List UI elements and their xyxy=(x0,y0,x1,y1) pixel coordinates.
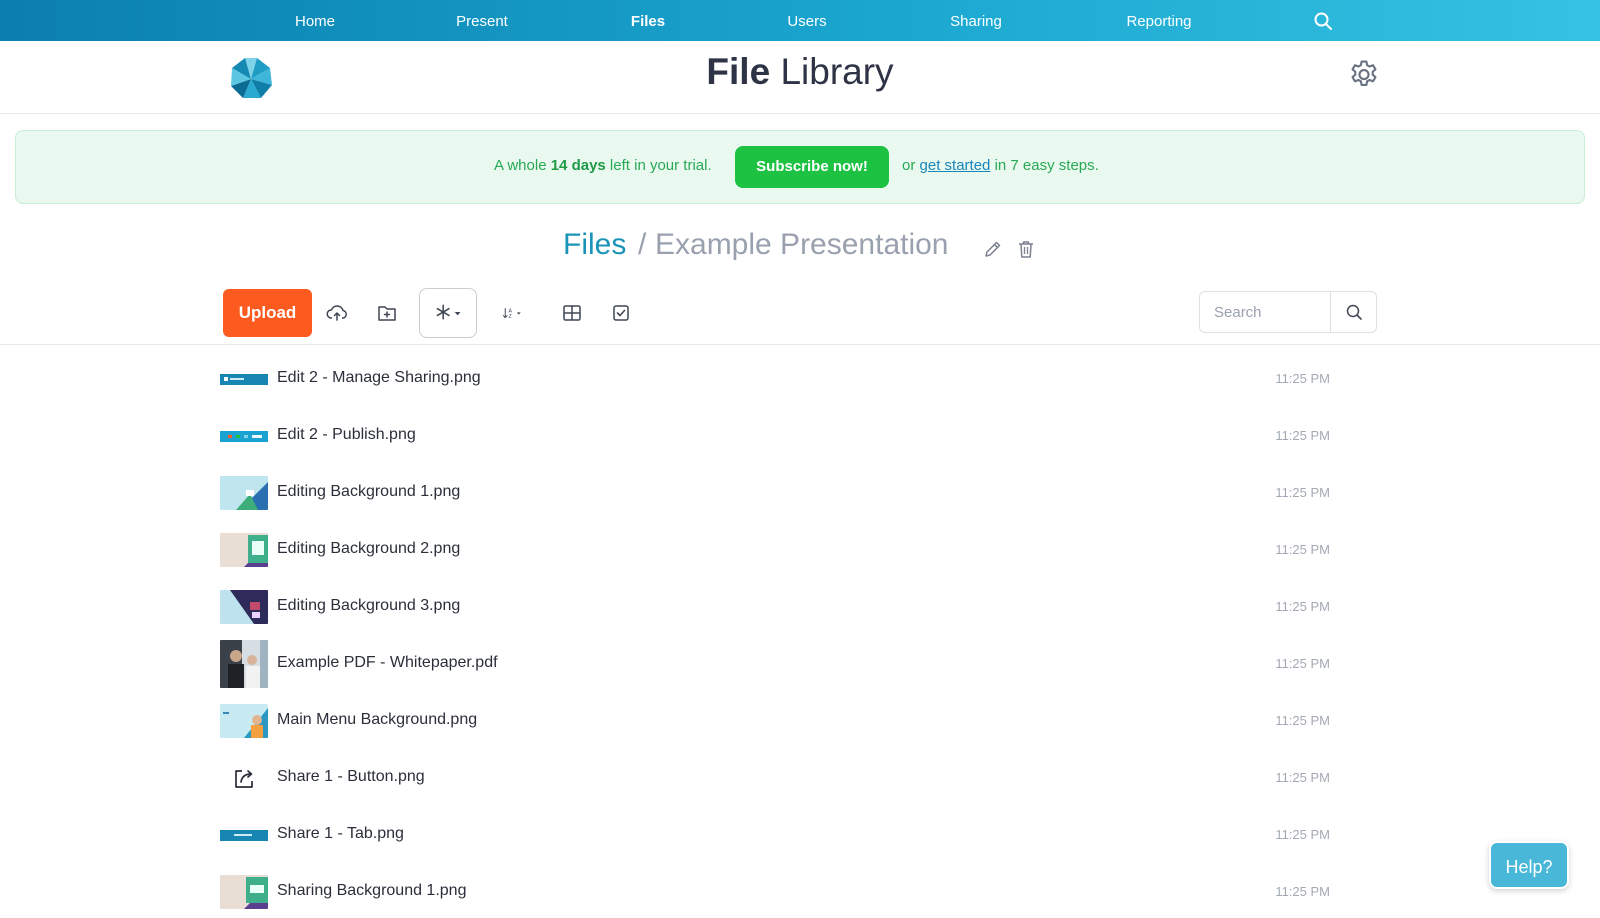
file-name: Edit 2 - Publish.png xyxy=(277,426,416,443)
file-name: Editing Background 2.png xyxy=(277,540,461,557)
file-search xyxy=(1199,291,1377,333)
get-started-link[interactable]: get started xyxy=(920,157,991,174)
file-time: 11:25 PM xyxy=(1275,827,1330,842)
file-thumbnail xyxy=(220,704,268,738)
nav-reporting[interactable]: Reporting xyxy=(1114,0,1204,41)
file-thumbnail xyxy=(220,476,268,510)
breadcrumb-separator: / xyxy=(638,228,647,261)
select-checkbox-icon[interactable] xyxy=(610,302,632,324)
file-thumbnail xyxy=(220,818,268,852)
file-row[interactable]: Edit 2 - Publish.png 11:25 PM xyxy=(218,412,1338,462)
trial-suffix: left in your trial. xyxy=(605,157,712,174)
file-name: Edit 2 - Manage Sharing.png xyxy=(277,369,481,386)
file-name: Editing Background 3.png xyxy=(277,597,461,614)
search-icon[interactable] xyxy=(1313,11,1333,31)
file-row[interactable]: Editing Background 2.png 11:25 PM xyxy=(218,526,1338,576)
file-row[interactable]: Editing Background 1.png 11:25 PM xyxy=(218,469,1338,519)
file-row[interactable]: Edit 2 - Manage Sharing.png 11:25 PM xyxy=(218,355,1338,405)
subscribe-button[interactable]: Subscribe now! xyxy=(735,146,889,188)
share-icon xyxy=(220,761,268,795)
file-name: Share 1 - Tab.png xyxy=(277,825,404,842)
search-icon xyxy=(1346,304,1362,320)
file-row[interactable]: Editing Background 3.png 11:25 PM xyxy=(218,583,1338,633)
toolbar-divider xyxy=(0,344,1600,345)
nav-sharing[interactable]: Sharing xyxy=(931,0,1021,41)
search-input[interactable] xyxy=(1200,292,1330,332)
cloud-upload-icon[interactable] xyxy=(326,302,348,324)
nav-users[interactable]: Users xyxy=(762,0,852,41)
nav-present[interactable]: Present xyxy=(437,0,527,41)
upload-button[interactable]: Upload xyxy=(223,289,312,337)
trial-days: 14 days xyxy=(550,157,606,174)
file-row[interactable]: Main Menu Background.png 11:25 PM xyxy=(218,697,1338,747)
file-thumbnail xyxy=(220,533,268,567)
page-header: File Library xyxy=(0,41,1600,114)
page-title-rest: Library xyxy=(770,51,894,92)
file-thumbnail xyxy=(220,590,268,624)
nav-home[interactable]: Home xyxy=(270,0,360,41)
svg-text:Z: Z xyxy=(508,314,511,320)
get-started-message: or get started in 7 easy steps. xyxy=(902,157,1099,174)
steps-text: in 7 easy steps. xyxy=(990,157,1099,174)
file-time: 11:25 PM xyxy=(1275,599,1330,614)
new-folder-icon[interactable] xyxy=(376,302,398,324)
file-thumbnail xyxy=(220,362,268,396)
file-name: Sharing Background 1.png xyxy=(277,882,467,899)
page-title-bold: File xyxy=(706,51,771,92)
trial-banner: A whole 14 days left in your trial. Subs… xyxy=(15,130,1585,204)
file-name: Example PDF - Whitepaper.pdf xyxy=(277,654,498,671)
file-time: 11:25 PM xyxy=(1275,428,1330,443)
file-name: Share 1 - Button.png xyxy=(277,768,425,785)
filter-dropdown-button[interactable] xyxy=(419,288,477,338)
or-text: or xyxy=(902,157,920,174)
file-time: 11:25 PM xyxy=(1275,371,1330,386)
file-time: 11:25 PM xyxy=(1275,713,1330,728)
file-name: Editing Background 1.png xyxy=(277,483,461,500)
file-time: 11:25 PM xyxy=(1275,542,1330,557)
file-thumbnail xyxy=(220,875,268,909)
breadcrumb-current-folder: Example Presentation xyxy=(655,228,949,261)
file-row[interactable]: Example PDF - Whitepaper.pdf 11:25 PM xyxy=(218,640,1338,690)
file-row[interactable]: Sharing Background 1.png 11:25 PM xyxy=(218,868,1338,918)
top-navigation: Home Present Files Users Sharing Reporti… xyxy=(0,0,1600,41)
sort-az-icon[interactable]: AZ xyxy=(502,302,536,324)
file-time: 11:25 PM xyxy=(1275,884,1330,899)
file-thumbnail xyxy=(220,419,268,453)
trial-prefix: A whole xyxy=(494,157,551,174)
file-row[interactable]: Share 1 - Button.png 11:25 PM xyxy=(218,754,1338,804)
file-time: 11:25 PM xyxy=(1275,656,1330,671)
breadcrumb-files-link[interactable]: Files xyxy=(563,228,626,262)
nav-files[interactable]: Files xyxy=(603,0,693,41)
file-row[interactable]: Share 1 - Tab.png 11:25 PM xyxy=(218,811,1338,861)
grid-view-icon[interactable] xyxy=(561,302,583,324)
file-time: 11:25 PM xyxy=(1275,485,1330,500)
gear-icon[interactable] xyxy=(1347,58,1381,92)
help-button[interactable]: Help? xyxy=(1489,841,1569,889)
file-thumbnail xyxy=(220,640,268,688)
trash-icon[interactable] xyxy=(1017,239,1035,259)
pencil-icon[interactable] xyxy=(983,239,1003,259)
trial-message: A whole 14 days left in your trial. xyxy=(494,157,712,174)
svg-text:A: A xyxy=(508,308,512,314)
file-name: Main Menu Background.png xyxy=(277,711,478,728)
file-time: 11:25 PM xyxy=(1275,770,1330,785)
search-button[interactable] xyxy=(1330,292,1376,332)
asterisk-filter-icon xyxy=(436,304,461,320)
